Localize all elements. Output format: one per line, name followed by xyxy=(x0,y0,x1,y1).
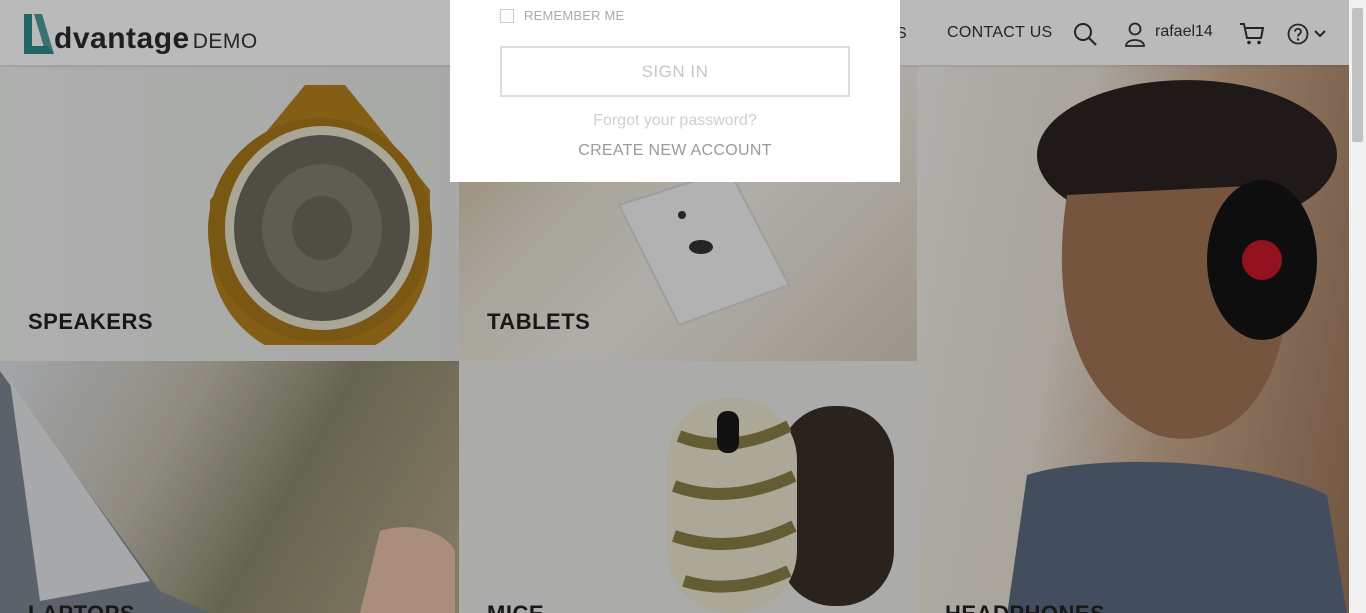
create-account-link[interactable]: CREATE NEW ACCOUNT xyxy=(450,142,900,160)
remember-me-label[interactable]: REMEMBER ME xyxy=(524,8,624,23)
sign-in-button[interactable]: SIGN IN xyxy=(500,46,850,97)
remember-me-row[interactable]: REMEMBER ME xyxy=(500,8,624,23)
remember-me-checkbox[interactable] xyxy=(500,8,514,23)
page-scrollbar[interactable] xyxy=(1349,0,1366,613)
login-modal: REMEMBER ME SIGN IN Forgot your password… xyxy=(450,0,900,182)
forgot-password-link[interactable]: Forgot your password? xyxy=(450,112,900,130)
scrollbar-thumb[interactable] xyxy=(1352,8,1363,142)
